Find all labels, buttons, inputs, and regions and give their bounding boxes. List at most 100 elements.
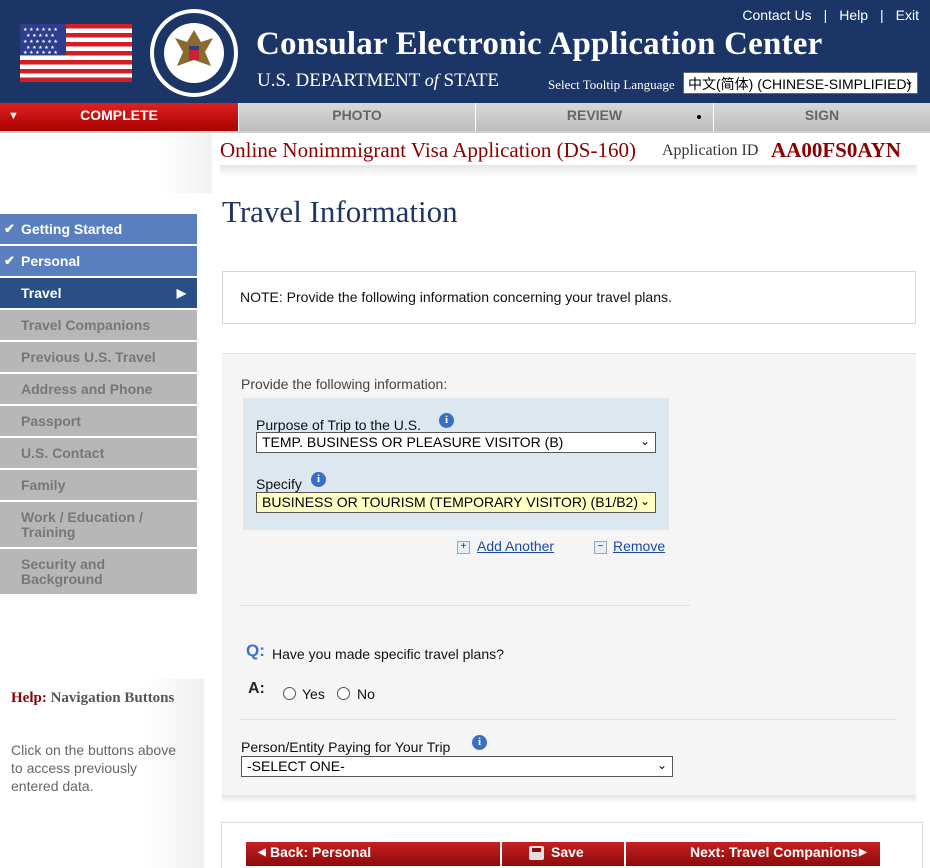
contact-us-link[interactable]: Contact Us — [742, 7, 811, 23]
link-separator: | — [823, 7, 828, 23]
travel-plans-yes-radio[interactable] — [283, 687, 296, 700]
tab-review[interactable]: REVIEW — [475, 103, 713, 131]
link-separator: | — [880, 7, 884, 23]
no-label: No — [357, 686, 375, 702]
save-icon — [529, 846, 544, 860]
plus-icon[interactable]: + — [457, 541, 470, 554]
tab-label: COMPLETE — [80, 107, 158, 123]
travel-plans-no-radio[interactable] — [337, 687, 350, 700]
info-icon[interactable]: i — [439, 413, 454, 428]
specify-select[interactable]: BUSINESS OR TOURISM (TEMPORARY VISITOR) … — [256, 492, 656, 513]
back-button[interactable]: ◀ Back: Personal — [246, 842, 500, 866]
application-title: Online Nonimmigrant Visa Application (DS… — [220, 138, 636, 162]
remove-link[interactable]: Remove — [613, 538, 665, 554]
dept-prefix: U.S. DEPARTMENT — [257, 70, 425, 91]
tooltip-language-select[interactable]: 中文(简体) (CHINESE-SIMPLIFIED) ⌄ — [683, 72, 918, 94]
department-seal-logo — [150, 9, 238, 97]
sidebar-item-travel[interactable]: Travel ▶ — [0, 278, 197, 308]
next-button-label: Next: Travel Companions — [690, 844, 859, 860]
department-subtitle: U.S. DEPARTMENT of STATE — [257, 70, 499, 92]
page-title: Travel Information — [222, 194, 458, 229]
form-instructions: Provide the following information: — [241, 376, 448, 392]
note-box: NOTE: Provide the following information … — [222, 271, 916, 324]
sidebar-item-label: Travel Companions — [21, 317, 151, 333]
application-id-label: Application ID — [662, 142, 759, 159]
tooltip-language-label: Select Tooltip Language — [548, 77, 675, 92]
purpose-select-value: TEMP. BUSINESS OR PLEASURE VISITOR (B) — [262, 434, 564, 450]
answer-marker: A: — [248, 680, 265, 697]
sidebar-item-us-contact[interactable]: U.S. Contact — [0, 438, 197, 468]
sidebar-item-label: Security and Background — [21, 556, 106, 587]
top-links: Contact Us | Help | Exit — [742, 7, 919, 23]
sidebar-item-passport[interactable]: Passport — [0, 406, 197, 436]
chevron-down-icon: ⌄ — [639, 494, 650, 508]
purpose-label: Purpose of Trip to the U.S. — [256, 417, 421, 433]
divider — [240, 719, 896, 720]
help-body: Click on the buttons above to access pre… — [11, 742, 176, 794]
sidebar-item-label: Getting Started — [21, 221, 123, 237]
sidebar-item-label: Passport — [21, 413, 81, 429]
divider — [240, 605, 690, 606]
info-icon[interactable]: i — [311, 472, 326, 487]
info-icon[interactable]: i — [472, 735, 487, 750]
note-text: NOTE: Provide the following information … — [240, 289, 672, 305]
help-title: Help: Navigation Buttons — [11, 690, 191, 707]
panel-bottom-shadow — [222, 795, 916, 803]
tab-sign[interactable]: SIGN — [713, 103, 930, 131]
purpose-select[interactable]: TEMP. BUSINESS OR PLEASURE VISITOR (B) ⌄ — [256, 432, 656, 453]
add-another-link[interactable]: Add Another — [477, 538, 554, 554]
help-title-rest: Navigation Buttons — [46, 690, 175, 706]
sidebar-item-label: Previous U.S. Travel — [21, 349, 156, 365]
sidebar-item-label: Address and Phone — [21, 381, 153, 397]
sidebar-item-security-and-background[interactable]: Security and Background — [0, 549, 197, 594]
sidebar-item-family[interactable]: Family — [0, 470, 197, 500]
yes-label: Yes — [302, 686, 325, 702]
payer-select-value: -SELECT ONE- — [247, 758, 345, 774]
heading-divider — [220, 165, 917, 177]
sidebar-item-getting-started[interactable]: ✔ Getting Started — [0, 214, 197, 244]
caret-down-icon: ▼ — [8, 110, 19, 122]
help-link[interactable]: Help — [839, 7, 868, 23]
check-icon: ✔ — [4, 221, 15, 236]
tab-photo[interactable]: PHOTO — [238, 103, 475, 131]
travel-plans-question: Have you made specific travel plans? — [272, 646, 504, 662]
back-arrow-icon: ◀ — [258, 847, 266, 858]
sidebar-item-address-and-phone[interactable]: Address and Phone — [0, 374, 197, 404]
specify-select-value: BUSINESS OR TOURISM (TEMPORARY VISITOR) … — [262, 494, 639, 510]
question-marker: Q: — [246, 641, 265, 660]
exit-link[interactable]: Exit — [896, 7, 919, 23]
svg-text:★ ★ ★ ★ ★ ★: ★ ★ ★ ★ ★ ★ — [23, 50, 58, 56]
dept-suffix: STATE — [438, 70, 500, 91]
sidebar-item-label: Travel — [21, 285, 62, 301]
help-title-prefix: Help: — [11, 690, 47, 706]
sidebar-item-label: U.S. Contact — [21, 445, 105, 461]
next-button[interactable]: Next: Travel Companions ▶ — [626, 842, 880, 866]
sidebar-item-label: Work / Education / Training — [21, 509, 143, 540]
save-button[interactable]: Save — [502, 842, 624, 866]
dot-marker — [697, 115, 701, 119]
save-button-label: Save — [551, 844, 584, 860]
us-flag-logo: ★ ★ ★ ★ ★ ★★ ★ ★ ★ ★ ★ ★ ★ ★ ★ ★★ ★ ★ ★ … — [20, 24, 132, 82]
specify-label: Specify — [256, 476, 302, 492]
sidebar-item-label: Personal — [21, 253, 81, 269]
sidebar-item-personal[interactable]: ✔ Personal — [0, 246, 197, 276]
sidebar-item-label: Family — [21, 477, 66, 493]
back-button-label: Back: Personal — [270, 844, 372, 860]
tooltip-language-value: 中文(简体) (CHINESE-SIMPLIFIED) — [688, 76, 912, 92]
chevron-down-icon: ⌄ — [903, 74, 914, 88]
sidebar-item-previous-us-travel[interactable]: Previous U.S. Travel — [0, 342, 197, 372]
minus-icon[interactable]: − — [594, 541, 607, 554]
sidebar-item-work-education-training[interactable]: Work / Education / Training — [0, 502, 197, 547]
check-icon: ✔ — [4, 253, 15, 268]
sidebar-top-fade — [0, 133, 212, 193]
dept-of: of — [424, 70, 439, 90]
payer-label: Person/Entity Paying for Your Trip — [241, 739, 451, 755]
tab-complete[interactable]: ▼ COMPLETE — [0, 103, 238, 131]
next-arrow-icon: ▶ — [859, 847, 867, 858]
chevron-down-icon: ⌄ — [639, 434, 650, 448]
payer-select[interactable]: -SELECT ONE- ⌄ — [241, 756, 673, 777]
chevron-down-icon: ⌄ — [656, 758, 667, 772]
site-title: Consular Electronic Application Center — [256, 26, 823, 62]
caret-right-icon: ▶ — [176, 286, 186, 300]
sidebar-item-travel-companions[interactable]: Travel Companions — [0, 310, 197, 340]
